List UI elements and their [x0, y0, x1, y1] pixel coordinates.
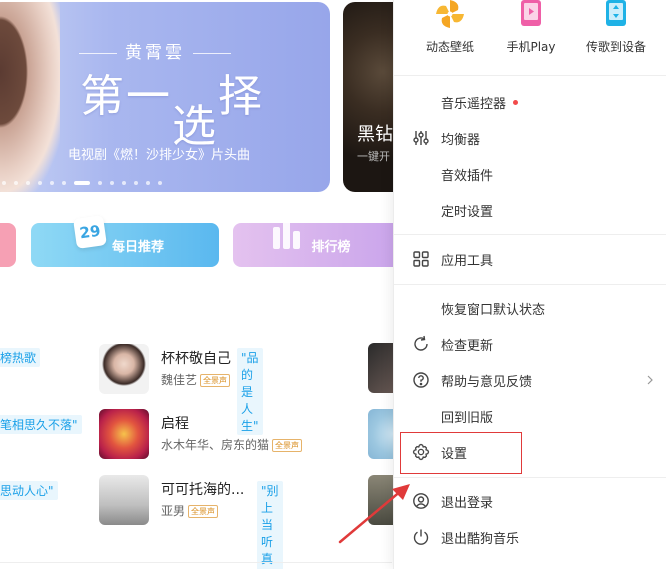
pagination-dot[interactable] — [110, 181, 114, 185]
track-title: 启程 — [161, 416, 189, 432]
menu-item-label: 回到旧版 — [441, 410, 494, 426]
track-title: 杯杯敬自己 — [161, 351, 231, 367]
song-tag: 榜热歌 — [0, 348, 41, 367]
menu-item-label: 退出登录 — [441, 495, 494, 511]
main-menu-dropdown: 动态壁纸 手机Play 传歌到设备 音乐遥控器 均衡器 音效插件 定时设置 应用… — [393, 0, 666, 569]
notification-dot — [513, 99, 519, 105]
grid-apps-icon — [413, 251, 429, 267]
menu-item-effect-plugins[interactable]: 音效插件 — [394, 156, 666, 192]
secondary-banner-title: 黑钻 — [357, 124, 393, 145]
banner-portrait — [0, 2, 60, 192]
pagination-dot[interactable] — [158, 181, 162, 185]
pagination-dot[interactable] — [146, 181, 150, 185]
daily-recommend-button[interactable]: 29 每日推荐 — [31, 215, 219, 267]
refresh-icon — [414, 335, 428, 351]
menu-item-label: 音效插件 — [441, 168, 494, 184]
dolby-atmos-badge: 全景声 — [188, 505, 219, 518]
menu-item-equalizer[interactable]: 均衡器 — [394, 120, 666, 156]
menu-item-label: 应用工具 — [441, 253, 494, 269]
featured-banner[interactable]: 黄霄雲 第一选择 电视剧《燃！沙排少女》片头曲 — [0, 2, 330, 192]
menu-item-label: 退出酷狗音乐 — [441, 531, 520, 547]
menu-item-logout[interactable]: 退出登录 — [394, 483, 666, 519]
menu-separator — [394, 284, 666, 285]
menu-item-label: 定时设置 — [441, 204, 494, 220]
menu-item-check-update[interactable]: 检查更新 — [394, 326, 666, 362]
banner-caption: 电视剧《燃！沙排少女》片头曲 — [68, 148, 251, 163]
menu-separator — [394, 234, 666, 235]
pagination-dot[interactable] — [62, 181, 66, 185]
pinwheel-icon — [436, 0, 464, 28]
track-title: 可可托海的... — [161, 482, 245, 498]
track-artist[interactable]: 亚男 全景声 — [161, 502, 219, 519]
settings-highlight-box — [400, 432, 522, 474]
rank-list-label: 排行榜 — [311, 239, 351, 255]
track-artist[interactable]: 魏佳艺 全景声 — [161, 371, 231, 388]
menu-item-help-feedback[interactable]: 帮助与意见反馈 — [394, 362, 666, 398]
divider — [0, 562, 392, 563]
shortcut-pink[interactable] — [0, 223, 16, 267]
dolby-atmos-badge: 全景声 — [272, 439, 303, 452]
menu-item-label: 均衡器 — [441, 132, 481, 148]
menu-separator — [394, 477, 666, 478]
pagination-dot[interactable] — [2, 181, 6, 185]
menu-item-label: 恢复窗口默认状态 — [441, 302, 546, 318]
daily-recommend-label: 每日推荐 — [111, 239, 164, 255]
song-tag: "别上当听真声" — [257, 481, 283, 569]
pagination-dot[interactable] — [38, 181, 42, 185]
phone-play-label: 手机Play — [506, 40, 556, 54]
song-tag: "品的是人生" — [237, 348, 263, 435]
song-tag: 思动人心" — [0, 481, 58, 500]
help-icon — [413, 372, 429, 388]
menu-item-app-tools[interactable]: 应用工具 — [394, 241, 666, 277]
menu-item-label: 帮助与意见反馈 — [441, 374, 533, 390]
chart-bars-icon — [273, 219, 300, 249]
annotation-arrow-icon — [338, 484, 410, 544]
dynamic-wallpaper-button[interactable]: 动态壁纸 — [410, 0, 490, 55]
album-cover[interactable] — [99, 475, 149, 525]
pagination-dot[interactable] — [50, 181, 54, 185]
pagination-dot[interactable] — [26, 181, 30, 185]
menu-item-music-remote[interactable]: 音乐遥控器 — [394, 84, 666, 120]
banner-song-title: 第一选择 — [80, 71, 264, 152]
dolby-atmos-badge: 全景声 — [200, 374, 231, 387]
chevron-right-icon — [647, 375, 653, 385]
phone-transfer-icon — [606, 0, 626, 26]
equalizer-icon — [413, 131, 429, 145]
phone-play-button[interactable]: 手机Play — [491, 0, 571, 55]
rank-list-button[interactable]: 排行榜 — [233, 219, 403, 267]
transfer-songs-label: 传歌到设备 — [585, 40, 646, 54]
menu-item-restore-window[interactable]: 恢复窗口默认状态 — [394, 290, 666, 326]
phone-play-icon — [521, 0, 541, 26]
secondary-banner-subtitle: 一键开 — [357, 150, 390, 163]
track-artist[interactable]: 水木年华、房东的猫 全景声 — [161, 436, 303, 453]
transfer-songs-button[interactable]: 传歌到设备 — [576, 0, 656, 55]
menu-item-label: 音乐遥控器 — [441, 96, 507, 112]
menu-item-quit[interactable]: 退出酷狗音乐 — [394, 519, 666, 555]
menu-quick-actions: 动态壁纸 手机Play 传歌到设备 — [394, 0, 666, 76]
pagination-dot[interactable] — [98, 181, 102, 185]
album-cover[interactable] — [99, 409, 149, 459]
pagination-dot[interactable] — [14, 181, 18, 185]
menu-item-label: 检查更新 — [441, 338, 494, 354]
calendar-icon: 29 — [73, 215, 107, 249]
menu-item-old-version[interactable]: 回到旧版 — [394, 398, 666, 434]
pagination-dot[interactable] — [134, 181, 138, 185]
pagination-dot[interactable] — [122, 181, 126, 185]
banner-pagination[interactable] — [0, 181, 162, 185]
dynamic-wallpaper-label: 动态壁纸 — [425, 40, 474, 54]
album-cover[interactable] — [99, 344, 149, 394]
song-tag: 笔相思久不落" — [0, 415, 82, 434]
pagination-dot-active[interactable] — [74, 181, 90, 185]
menu-item-timer[interactable]: 定时设置 — [394, 192, 666, 228]
